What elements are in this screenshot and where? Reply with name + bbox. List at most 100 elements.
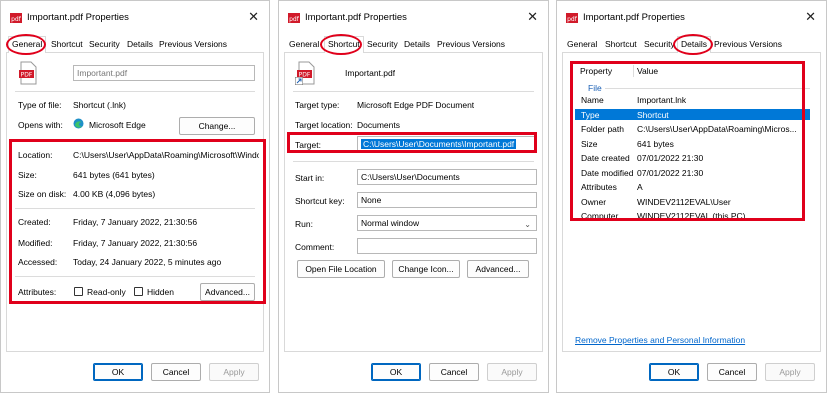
window-title: Important.pdf Properties: [27, 12, 129, 23]
divider: [15, 140, 255, 141]
list-item[interactable]: Name Important.lnk: [575, 95, 810, 107]
svg-text:pdf: pdf: [567, 16, 578, 23]
detail-value: WINDEV2112EVAL (this PC): [637, 211, 746, 221]
list-item[interactable]: Attributes A: [575, 182, 810, 194]
close-icon[interactable]: ✕: [805, 9, 816, 25]
group-header-file: File: [588, 83, 602, 93]
start-in-label: Start in:: [295, 173, 325, 183]
cancel-button[interactable]: Cancel: [707, 363, 757, 381]
tab-previous-versions[interactable]: Previous Versions: [156, 38, 230, 53]
target-field[interactable]: C:\Users\User\Documents\Important.pdf: [357, 136, 537, 152]
run-select[interactable]: Normal window ⌄: [357, 215, 537, 231]
general-panel: PDF Important.pdf Type of file: Shortcut…: [6, 53, 264, 352]
properties-dialog-general: pdf Important.pdf Properties ✕ General S…: [0, 0, 270, 393]
advanced-button[interactable]: Advanced...: [467, 260, 529, 278]
opens-with-value: Microsoft Edge: [89, 120, 146, 130]
target-label: Target:: [295, 140, 321, 150]
tab-shortcut[interactable]: Shortcut: [602, 38, 640, 53]
tab-details[interactable]: Details: [677, 36, 711, 54]
tab-security[interactable]: Security: [641, 38, 678, 53]
shortcut-key-label: Shortcut key:: [295, 196, 345, 206]
ok-button[interactable]: OK: [371, 363, 421, 381]
detail-property: Computer: [581, 211, 619, 221]
remove-properties-link[interactable]: Remove Properties and Personal Informati…: [575, 335, 745, 345]
detail-value: WINDEV2112EVAL\User: [637, 196, 731, 207]
opens-with-label: Opens with:: [18, 120, 63, 130]
apply-button[interactable]: Apply: [765, 363, 815, 381]
divider: [15, 276, 255, 277]
tab-details[interactable]: Details: [401, 38, 433, 53]
chevron-down-icon: ⌄: [524, 220, 531, 229]
location-label: Location:: [18, 150, 53, 160]
advanced-button[interactable]: Advanced...: [200, 283, 255, 301]
tab-general[interactable]: General: [286, 38, 322, 53]
apply-button[interactable]: Apply: [209, 363, 259, 381]
run-select-value: Normal window: [361, 218, 420, 228]
ok-button[interactable]: OK: [93, 363, 143, 381]
list-item[interactable]: Date created 07/01/2022 21:30: [575, 153, 810, 165]
read-only-checkbox[interactable]: [74, 287, 83, 296]
detail-property: Folder path: [581, 124, 624, 134]
close-icon[interactable]: ✕: [527, 9, 538, 25]
list-item[interactable]: Folder path C:\Users\User\AppData\Roaming…: [575, 124, 810, 136]
detail-value: 07/01/2022 21:30: [637, 153, 704, 163]
pdf-file-icon: PDF: [17, 61, 39, 87]
divider: [15, 208, 255, 209]
comment-field[interactable]: [357, 238, 537, 254]
cancel-button[interactable]: Cancel: [151, 363, 201, 381]
list-item[interactable]: Date modified 07/01/2022 21:30: [575, 168, 810, 180]
list-item[interactable]: Owner WINDEV2112EVAL\User: [575, 197, 810, 209]
start-in-field[interactable]: C:\Users\User\Documents: [357, 169, 537, 185]
tab-previous-versions[interactable]: Previous Versions: [434, 38, 508, 53]
tab-general[interactable]: General: [8, 36, 47, 54]
window-title: Important.pdf Properties: [305, 12, 407, 23]
tab-security[interactable]: Security: [364, 38, 401, 53]
shortcut-key-field[interactable]: None: [357, 192, 537, 208]
open-file-location-button[interactable]: Open File Location: [297, 260, 385, 278]
column-header-value[interactable]: Value: [637, 66, 658, 76]
created-label: Created:: [18, 217, 51, 227]
cancel-button[interactable]: Cancel: [429, 363, 479, 381]
shortcut-arrow-icon: [295, 77, 303, 85]
group-divider: [605, 88, 810, 89]
detail-value: Shortcut: [637, 109, 669, 120]
detail-property: Owner: [581, 196, 607, 207]
divider: [293, 161, 534, 162]
pdf-file-icon: pdf: [288, 12, 300, 26]
tab-details[interactable]: Details: [124, 38, 156, 53]
apply-button[interactable]: Apply: [487, 363, 537, 381]
hidden-checkbox[interactable]: [134, 287, 143, 296]
details-panel: Property Value File Name Important.lnk Typ…: [562, 53, 821, 352]
modified-value: Friday, 7 January 2022, 21:30:56: [73, 238, 198, 248]
attributes-label: Attributes:: [18, 287, 57, 297]
tab-shortcut[interactable]: Shortcut: [48, 38, 86, 53]
tab-shortcut[interactable]: Shortcut: [324, 36, 364, 54]
tab-previous-versions[interactable]: Previous Versions: [711, 38, 785, 53]
location-value: C:\Users\User\AppData\Roaming\Microsoft\…: [73, 150, 259, 160]
change-icon-button[interactable]: Change Icon...: [392, 260, 460, 278]
size-on-disk-label: Size on disk:: [18, 189, 67, 199]
column-header-property[interactable]: Property: [580, 66, 612, 76]
modified-label: Modified:: [18, 238, 53, 248]
change-button[interactable]: Change...: [179, 117, 255, 135]
type-value: Shortcut (.lnk): [73, 100, 126, 110]
detail-value: C:\Users\User\AppData\Roaming\Micros...: [637, 124, 797, 134]
file-name-field[interactable]: Important.pdf: [73, 65, 255, 81]
list-item[interactable]: Type Shortcut: [575, 110, 810, 122]
accessed-label: Accessed:: [18, 257, 58, 267]
tab-security[interactable]: Security: [86, 38, 123, 53]
accessed-value: Today, 24 January 2022, 5 minutes ago: [73, 257, 222, 267]
target-type-label: Target type:: [295, 100, 340, 110]
title-bar: pdf Important.pdf Properties ✕: [1, 1, 269, 33]
file-name-value: Important.pdf: [345, 68, 396, 78]
window-title: Important.pdf Properties: [583, 12, 685, 23]
list-item[interactable]: Computer WINDEV2112EVAL (this PC): [575, 211, 810, 223]
pdf-file-icon: pdf: [10, 12, 22, 26]
detail-property: Date modified: [581, 167, 634, 178]
divider: [15, 91, 255, 92]
close-icon[interactable]: ✕: [248, 9, 259, 25]
svg-text:pdf: pdf: [11, 16, 22, 23]
tab-general[interactable]: General: [564, 38, 600, 53]
ok-button[interactable]: OK: [649, 363, 699, 381]
list-item[interactable]: Size 641 bytes: [575, 139, 810, 151]
